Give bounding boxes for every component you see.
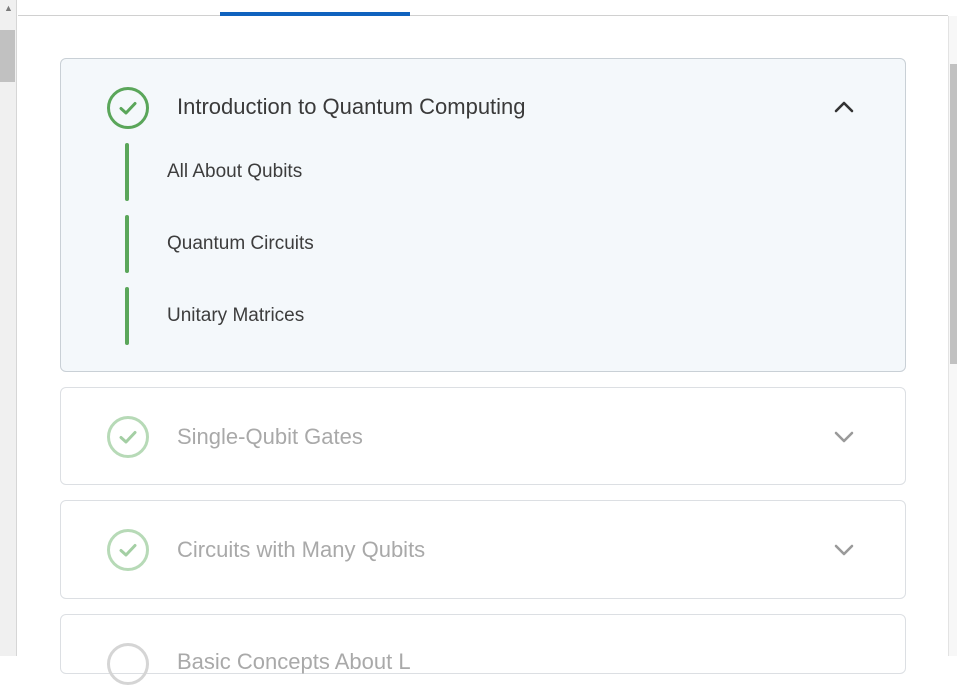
check-circle-icon xyxy=(107,87,149,129)
lesson-progress-bar xyxy=(125,143,129,201)
check-circle-icon xyxy=(107,416,149,458)
lesson-progress-bar xyxy=(125,287,129,345)
outer-scrollbar[interactable]: ▲ xyxy=(0,0,17,656)
lesson-item-all-about-qubits[interactable]: All About Qubits xyxy=(125,143,825,201)
module-card-single-qubit-gates[interactable]: Single-Qubit Gates xyxy=(60,387,906,485)
module-card-basic-concepts[interactable]: Basic Concepts About L xyxy=(60,614,906,685)
inner-scrollbar[interactable] xyxy=(948,16,957,656)
lesson-label: All About Qubits xyxy=(167,161,303,182)
outer-scrollbar-thumb[interactable] xyxy=(0,30,15,82)
module-card-intro[interactable]: Introduction to Quantum Computing All Ab… xyxy=(60,58,906,372)
module-title[interactable]: Single-Qubit Gates xyxy=(177,424,363,450)
module-title[interactable]: Circuits with Many Qubits xyxy=(177,537,425,563)
lesson-item-unitary-matrices[interactable]: Unitary Matrices xyxy=(125,287,825,345)
module-card-circuits-many-qubits[interactable]: Circuits with Many Qubits xyxy=(60,500,906,599)
active-tab-indicator xyxy=(220,12,410,16)
lesson-item-quantum-circuits[interactable]: Quantum Circuits xyxy=(125,215,825,273)
lesson-label: Unitary Matrices xyxy=(167,305,305,326)
chevron-up-icon[interactable] xyxy=(831,97,857,117)
chevron-down-icon[interactable] xyxy=(831,540,857,560)
inner-scrollbar-thumb[interactable] xyxy=(950,64,957,364)
module-title[interactable]: Basic Concepts About L xyxy=(177,649,411,675)
check-circle-icon xyxy=(107,529,149,571)
tab-bar xyxy=(18,0,948,16)
status-circle-icon xyxy=(107,643,149,685)
scroll-up-arrow-icon[interactable]: ▲ xyxy=(0,0,17,17)
lesson-progress-bar xyxy=(125,215,129,273)
lesson-label: Quantum Circuits xyxy=(167,233,314,254)
module-title[interactable]: Introduction to Quantum Computing xyxy=(177,94,526,120)
chevron-down-icon[interactable] xyxy=(831,427,857,447)
